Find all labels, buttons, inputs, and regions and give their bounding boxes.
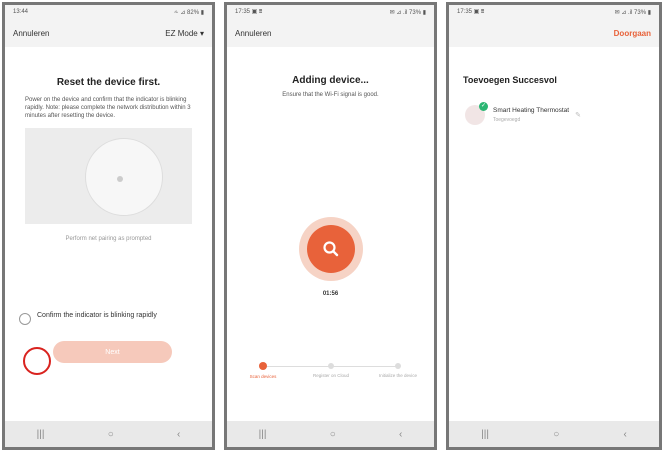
phone-screen-adding: 17:35 ▣ ⩩ ✉ ⊿ .il 73% ▮ Annuleren Adding…: [224, 2, 437, 450]
status-bar: 17:35 ▣ ⩩ ✉ ⊿ .il 73% ▮: [227, 5, 434, 19]
status-icons: ✉ ⊿ .il 73% ▮: [389, 9, 426, 16]
step-register: Register on Cloud: [311, 361, 351, 379]
progress-steps: Scan devices Register on Cloud Initializ…: [243, 361, 418, 401]
back-icon[interactable]: ‹: [624, 429, 627, 440]
top-bar: Doorgaan: [449, 19, 659, 47]
thermostat-icon: ✓: [465, 102, 488, 125]
indicator-light-icon: [117, 176, 123, 182]
top-bar: Annuleren: [227, 19, 434, 47]
cancel-button[interactable]: Annuleren: [13, 29, 49, 38]
scanning-animation: [299, 217, 363, 281]
device-illustration: [25, 128, 192, 224]
wifi-hint: Ensure that the Wi-Fi signal is good.: [282, 92, 379, 98]
back-icon[interactable]: ‹: [177, 429, 180, 440]
pairing-prompt-link[interactable]: Perform net pairing as prompted: [5, 236, 212, 242]
confirm-checkbox[interactable]: [19, 313, 31, 325]
home-icon[interactable]: ○: [330, 429, 336, 440]
home-icon[interactable]: ○: [553, 429, 559, 440]
countdown-timer: 01:56: [322, 291, 339, 297]
status-time: 13:44: [13, 9, 29, 15]
continue-button[interactable]: Doorgaan: [614, 29, 651, 38]
top-bar: Annuleren EZ Mode ▾: [5, 19, 212, 47]
device-status: Toegevoegd: [493, 117, 521, 123]
phone-screen-success: 17:35 ▣ ⩩ ✉ ⊿ .il 73% ▮ Doorgaan Toevoeg…: [446, 2, 662, 450]
phone-screen-reset: 13:44 ⩪ ⊿ 82% ▮ Annuleren EZ Mode ▾ Rese…: [2, 2, 215, 450]
page-title: Reset the device first.: [56, 77, 161, 88]
cancel-button[interactable]: Annuleren: [235, 29, 271, 38]
android-nav-bar: ||| ○ ‹: [227, 421, 434, 447]
content-area: Toevoegen Succesvol ✓ Smart Heating Ther…: [449, 47, 659, 421]
home-icon[interactable]: ○: [108, 429, 114, 440]
check-badge-icon: ✓: [479, 102, 488, 111]
status-bar: 17:35 ▣ ⩩ ✉ ⊿ .il 73% ▮: [449, 5, 659, 19]
device-image: [85, 138, 163, 216]
recents-icon[interactable]: |||: [481, 429, 489, 440]
status-time: 17:35 ▣ ⩩: [235, 9, 263, 15]
page-title: Adding device...: [292, 75, 369, 86]
instruction-text: Power on the device and confirm that the…: [25, 97, 191, 119]
status-icons: ⩪ ⊿ 82% ▮: [173, 9, 204, 16]
device-name: Smart Heating Thermostat: [493, 107, 570, 114]
next-button[interactable]: Next: [53, 341, 172, 363]
recents-icon[interactable]: |||: [37, 429, 45, 440]
page-title: Toevoegen Succesvol: [463, 75, 557, 85]
step-initialize: Initialize the device: [378, 361, 418, 379]
content-area: Adding device... Ensure that the Wi-Fi s…: [227, 47, 434, 421]
mode-dropdown[interactable]: EZ Mode ▾: [165, 29, 204, 38]
back-icon[interactable]: ‹: [399, 429, 402, 440]
recents-icon[interactable]: |||: [259, 429, 267, 440]
device-list-item[interactable]: ✓ Smart Heating Thermostat Toegevoegd ✎: [465, 102, 659, 125]
confirm-row[interactable]: Confirm the indicator is blinking rapidl…: [19, 311, 200, 325]
status-icons: ✉ ⊿ .il 73% ▮: [614, 9, 651, 16]
search-icon: [307, 225, 355, 273]
status-bar: 13:44 ⩪ ⊿ 82% ▮: [5, 5, 212, 19]
step-scan: Scan devices: [243, 361, 283, 380]
confirm-label: Confirm the indicator is blinking rapidl…: [37, 312, 157, 319]
android-nav-bar: ||| ○ ‹: [449, 421, 659, 447]
edit-pencil-icon[interactable]: ✎: [575, 111, 581, 119]
checkbox-highlight-circle: [23, 347, 51, 375]
status-time: 17:35 ▣ ⩩: [457, 9, 485, 15]
android-nav-bar: ||| ○ ‹: [5, 421, 212, 447]
